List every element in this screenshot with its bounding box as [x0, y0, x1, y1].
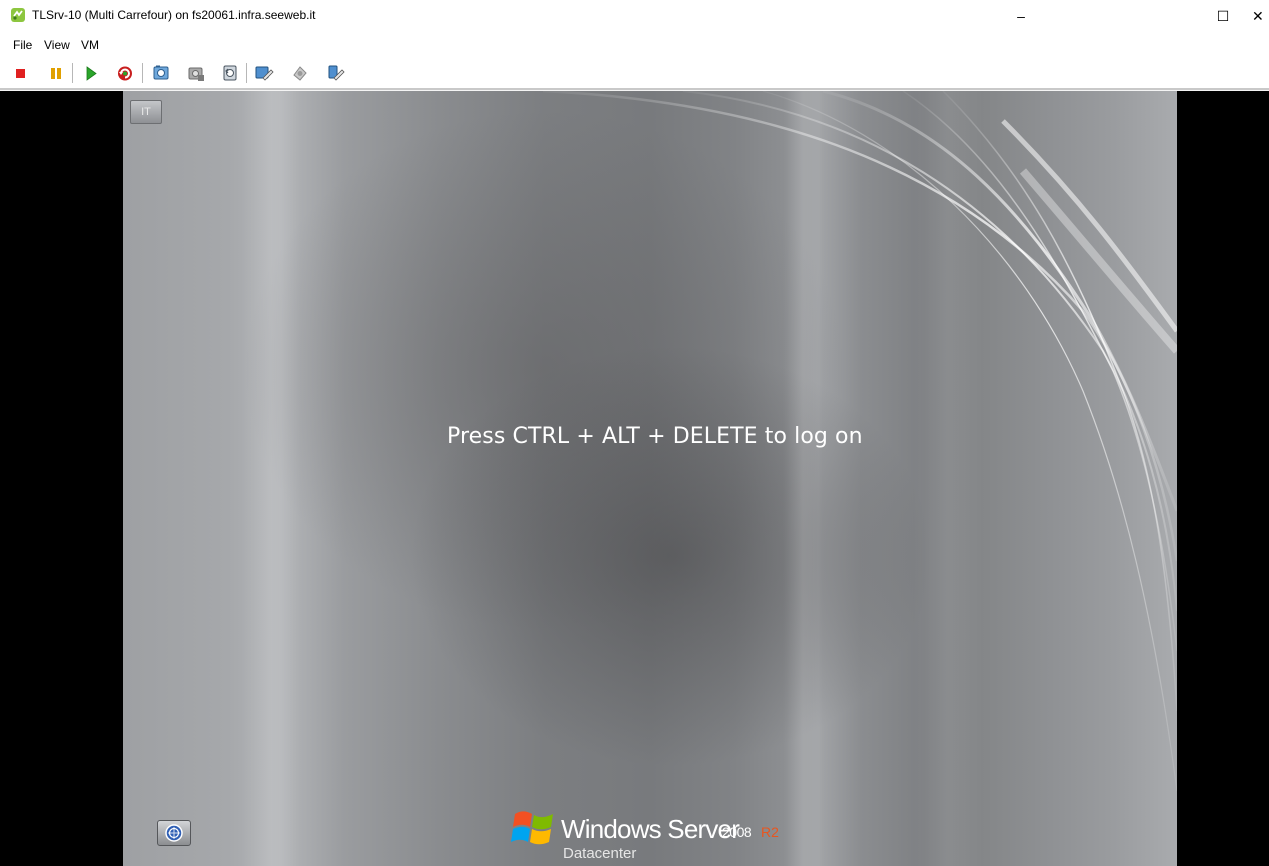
minimize-icon: –	[1017, 8, 1025, 24]
brand-version: 2008	[722, 824, 752, 840]
snapshot-icon	[153, 65, 169, 80]
suspend-button[interactable]	[46, 63, 66, 83]
vm-console-area[interactable]: IT Press CTRL + ALT + DELETE to log on W…	[0, 91, 1269, 866]
brand-edition: Datacenter	[563, 845, 637, 862]
vm-console-window: TLSrv-10 (Multi Carrefour) on fs20061.in…	[0, 0, 1269, 866]
menu-vm[interactable]: VM	[81, 38, 99, 52]
close-icon: ✕	[1252, 7, 1264, 24]
toolbar-separator	[246, 63, 247, 83]
take-snapshot-button[interactable]	[151, 63, 171, 83]
title-bar[interactable]: TLSrv-10 (Multi Carrefour) on fs20061.in…	[0, 0, 1269, 32]
stop-icon	[16, 69, 25, 78]
menu-view[interactable]: View	[44, 38, 70, 52]
power-on-button[interactable]	[81, 63, 101, 83]
toolbar-separator	[72, 63, 73, 83]
close-button[interactable]: ✕	[1252, 0, 1269, 32]
reset-button[interactable]	[115, 63, 135, 83]
power-off-button[interactable]	[11, 63, 31, 83]
snapshot-manager-button[interactable]	[186, 63, 206, 83]
vm-screen[interactable]: IT Press CTRL + ALT + DELETE to log on W…	[123, 91, 1177, 866]
device-settings-button[interactable]	[326, 63, 346, 83]
language-indicator-button[interactable]: IT	[130, 100, 162, 124]
logon-prompt: Press CTRL + ALT + DELETE to log on	[447, 424, 863, 449]
brand-name: Windows Server	[561, 814, 740, 844]
connect-device-icon	[293, 66, 307, 81]
revert-icon	[223, 65, 237, 81]
pause-icon	[51, 68, 61, 79]
brand-release: R2	[761, 824, 779, 840]
menu-file[interactable]: File	[13, 38, 32, 52]
snapshot-manager-icon	[188, 67, 204, 81]
minimize-button[interactable]: –	[998, 0, 1044, 32]
toolbar	[0, 58, 1269, 88]
windows-server-branding: Windows Server 2008 R2 Datacenter	[511, 804, 811, 864]
menu-bar: File View VM	[0, 34, 1269, 54]
ease-of-access-button[interactable]	[157, 820, 191, 846]
reset-icon	[118, 66, 132, 81]
toolbar-separator	[142, 63, 143, 83]
connect-device-button[interactable]	[290, 63, 310, 83]
vm-console-app-icon	[11, 8, 25, 22]
windows-logo-icon	[511, 811, 553, 845]
window-title: TLSrv-10 (Multi Carrefour) on fs20061.in…	[32, 8, 316, 22]
edit-settings-icon	[255, 66, 274, 81]
device-settings-icon	[328, 65, 345, 81]
play-icon	[86, 66, 97, 81]
light-ribbons-graphic	[542, 91, 1177, 792]
edit-settings-button[interactable]	[254, 63, 274, 83]
maximize-button[interactable]: ☐	[1200, 0, 1246, 32]
ease-of-access-icon	[165, 824, 183, 842]
maximize-icon: ☐	[1216, 7, 1230, 24]
revert-snapshot-button[interactable]	[220, 63, 240, 83]
